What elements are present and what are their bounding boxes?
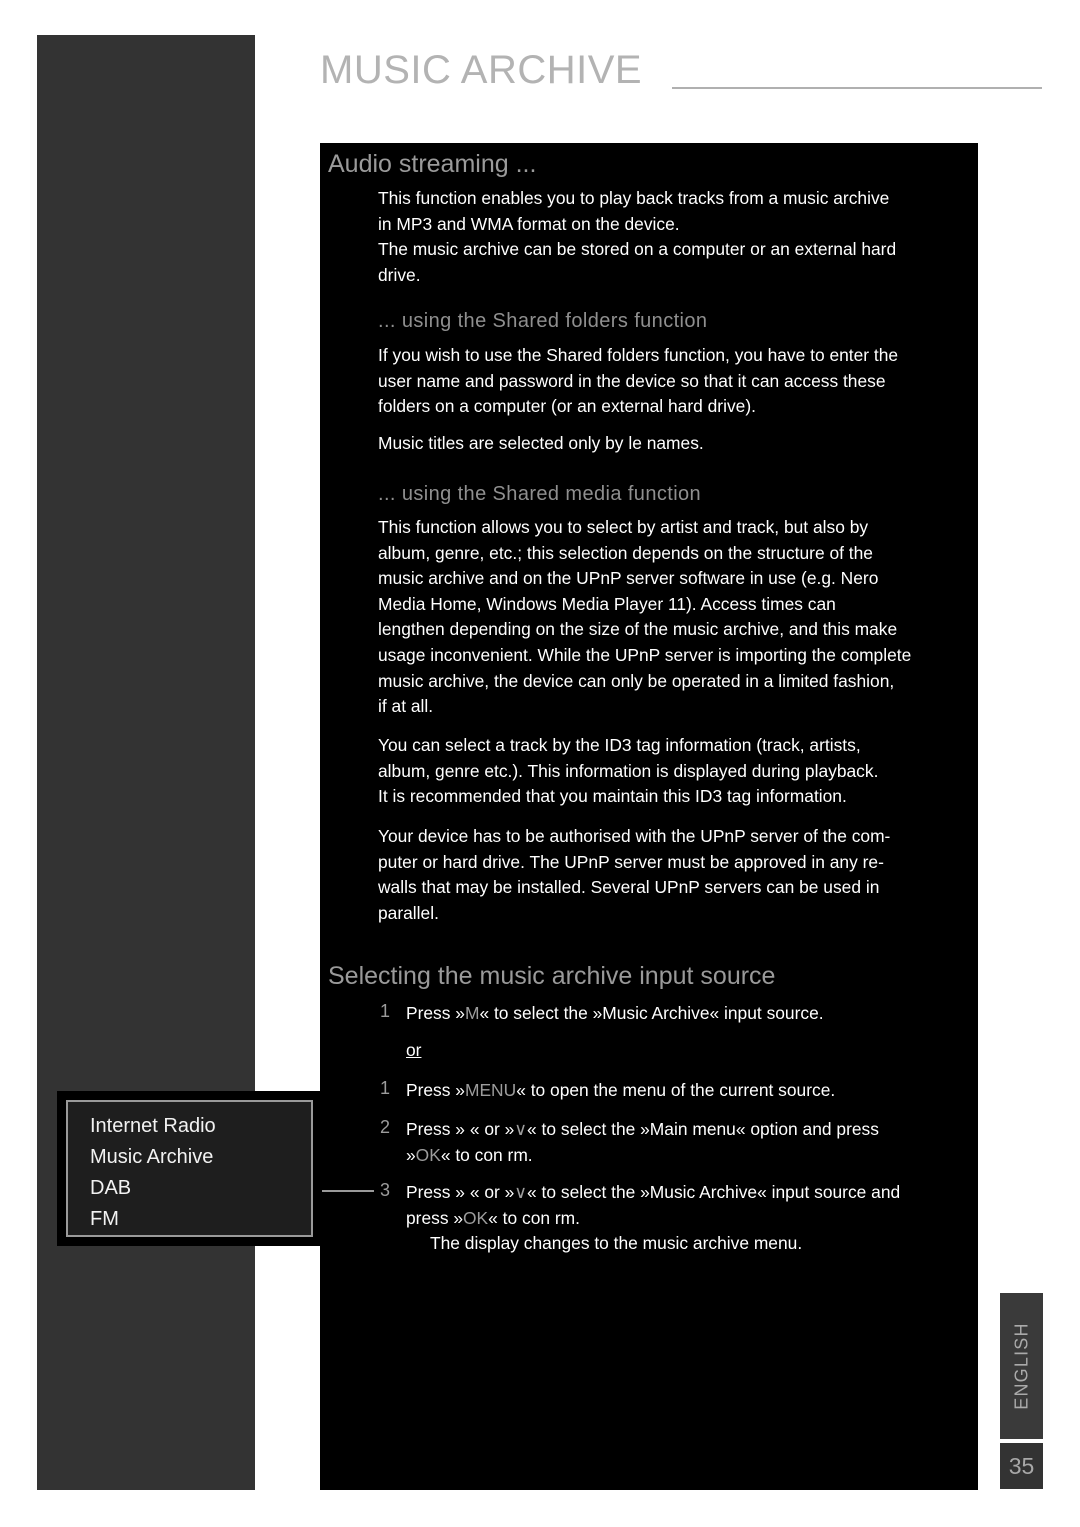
keycap-label: MENU bbox=[464, 1080, 517, 1100]
step-text-run: « to select the »Music Archive« input so… bbox=[527, 1182, 901, 1202]
keycap-label: ∨ bbox=[514, 1182, 528, 1202]
keycap-label: ∨ bbox=[514, 1119, 528, 1139]
shared-media-paragraph-1: This function allows you to select by ar… bbox=[378, 515, 911, 720]
paragraph-line: Music titles are selected only by le nam… bbox=[378, 433, 704, 453]
step-number: 2 bbox=[379, 1117, 390, 1137]
page-header: MUSIC ARCHIVE bbox=[320, 47, 1042, 103]
paragraph-line: usage inconvenient. While the UPnP serve… bbox=[378, 644, 912, 665]
section-audio-streaming: Audio streaming ... bbox=[328, 147, 536, 181]
step-text-run: « to open the menu of the current source… bbox=[516, 1080, 836, 1100]
step-number: 1 bbox=[379, 1078, 390, 1098]
page-number-box: 35 bbox=[1000, 1443, 1043, 1489]
callout-connector-line bbox=[322, 1190, 374, 1192]
step-text-run: Press » bbox=[406, 1182, 465, 1202]
step-text-run: Press » bbox=[406, 1003, 465, 1023]
device-menu-screen: Internet Radio Music Archive DAB FM bbox=[66, 1100, 313, 1237]
section-heading-selecting-source: Selecting the music archive input source bbox=[328, 962, 776, 990]
paragraph-line: You can select a track by the ID3 tag in… bbox=[378, 735, 861, 755]
menu-item-fm[interactable]: FM bbox=[90, 1204, 311, 1235]
device-menu-callout: Internet Radio Music Archive DAB FM bbox=[57, 1091, 322, 1246]
shared-folders-note: Music titles are selected only by le nam… bbox=[378, 431, 704, 457]
step-text: Press »MENU« to open the menu of the cur… bbox=[406, 1078, 835, 1104]
keycap-label: OK bbox=[463, 1207, 489, 1228]
language-tab: ENGLISH bbox=[1000, 1293, 1043, 1439]
step-number: 1 bbox=[379, 1001, 390, 1021]
paragraph-line: lengthen depending on the size of the mu… bbox=[378, 619, 898, 640]
section-shared-folders: ... using the Shared folders function bbox=[378, 306, 707, 336]
step-line-1: Press » « or »∨« to select the »Main men… bbox=[406, 1117, 879, 1143]
or-separator: or bbox=[406, 1040, 422, 1060]
step-text-run: press » bbox=[406, 1207, 464, 1228]
paragraph-line: folders on a computer (or an external ha… bbox=[378, 396, 756, 417]
section-selecting-source: Selecting the music archive input source bbox=[328, 959, 775, 993]
paragraph-line: music archive, the device can only be op… bbox=[378, 670, 895, 691]
audio-streaming-body: This function enables you to play back t… bbox=[378, 186, 896, 288]
menu-item-music-archive[interactable]: Music Archive bbox=[90, 1142, 311, 1173]
step-text-run: « to con rm. bbox=[440, 1144, 533, 1165]
keycap-label: OK bbox=[415, 1144, 441, 1165]
step-line-1: Press »M« to select the »Music Archive« … bbox=[406, 1003, 824, 1023]
paragraph-line: This function enables you to play back t… bbox=[378, 188, 890, 208]
paragraph-line: album, genre etc.). This information is … bbox=[378, 760, 879, 781]
left-decorative-sidebar bbox=[37, 35, 255, 1490]
paragraph-line: This function allows you to select by ar… bbox=[378, 517, 869, 537]
section-shared-media: ... using the Shared media function bbox=[378, 479, 701, 509]
step-line-2: »OK« to con rm. bbox=[406, 1143, 879, 1169]
paragraph-line: Media Home, Windows Media Player 11). Ac… bbox=[378, 593, 836, 614]
step-line-2: press »OK« to con rm. bbox=[406, 1206, 900, 1232]
step-text-run: « to select the »Music Archive« input so… bbox=[479, 1003, 824, 1023]
step-text: Press »M« to select the »Music Archive« … bbox=[406, 1001, 824, 1027]
menu-item-internet-radio[interactable]: Internet Radio bbox=[90, 1111, 311, 1142]
step-text-run: « or » bbox=[469, 1182, 515, 1202]
header-rule bbox=[672, 87, 1042, 89]
paragraph-line: walls that may be installed. Several UPn… bbox=[378, 877, 880, 898]
step-text-run: « to select the »Main menu« option and p… bbox=[527, 1119, 879, 1139]
shared-media-paragraph-2: You can select a track by the ID3 tag in… bbox=[378, 733, 878, 810]
step-text-run: « or » bbox=[469, 1119, 515, 1139]
section-heading-audio-streaming: Audio streaming ... bbox=[328, 150, 537, 178]
paragraph-line: in MP3 and WMA format on the device. bbox=[378, 213, 680, 234]
step-text-run: » bbox=[406, 1144, 416, 1165]
paragraph-line: Your device has to be authorised with th… bbox=[378, 826, 891, 846]
paragraph-line: The music archive can be stored on a com… bbox=[378, 239, 897, 260]
paragraph-line: drive. bbox=[378, 264, 421, 285]
paragraph-line: If you wish to use the Shared folders fu… bbox=[378, 345, 899, 365]
page-title: MUSIC ARCHIVE bbox=[320, 48, 643, 92]
step-text: Press » « or »∨« to select the »Music Ar… bbox=[406, 1180, 900, 1257]
paragraph-line: puter or hard drive. The UPnP server mus… bbox=[378, 851, 884, 872]
step-result: The display changes to the music archive… bbox=[430, 1233, 803, 1254]
paragraph-line: parallel. bbox=[378, 902, 439, 923]
section-heading-shared-media: ... using the Shared media function bbox=[378, 483, 702, 505]
step-text-run: Press » bbox=[406, 1080, 465, 1100]
paragraph-line: It is recommended that you maintain this… bbox=[378, 786, 847, 807]
step-line-1: Press » « or »∨« to select the »Music Ar… bbox=[406, 1180, 900, 1206]
page-number-label: 35 bbox=[1008, 1452, 1035, 1479]
shared-media-paragraph-3: Your device has to be authorised with th… bbox=[378, 824, 890, 926]
section-heading-shared-folders: ... using the Shared folders function bbox=[378, 310, 708, 332]
paragraph-line: user name and password in the device so … bbox=[378, 370, 886, 391]
menu-item-dab[interactable]: DAB bbox=[90, 1173, 311, 1204]
content-panel: Audio streaming ... This function enable… bbox=[320, 143, 978, 1490]
paragraph-line: album, genre, etc.; this selection depen… bbox=[378, 542, 873, 563]
step-line-1: Press »MENU« to open the menu of the cur… bbox=[406, 1080, 835, 1100]
step-text-run: « to con rm. bbox=[488, 1207, 580, 1228]
paragraph-line: music archive and on the UPnP server sof… bbox=[378, 568, 879, 589]
paragraph-line: if at all. bbox=[378, 696, 434, 717]
keycap-label: M bbox=[464, 1003, 480, 1023]
language-tab-label: ENGLISH bbox=[1011, 1322, 1031, 1410]
step-text: Press » « or »∨« to select the »Main men… bbox=[406, 1117, 879, 1168]
shared-folders-body: If you wish to use the Shared folders fu… bbox=[378, 343, 898, 420]
step-text-run: Press » bbox=[406, 1119, 465, 1139]
